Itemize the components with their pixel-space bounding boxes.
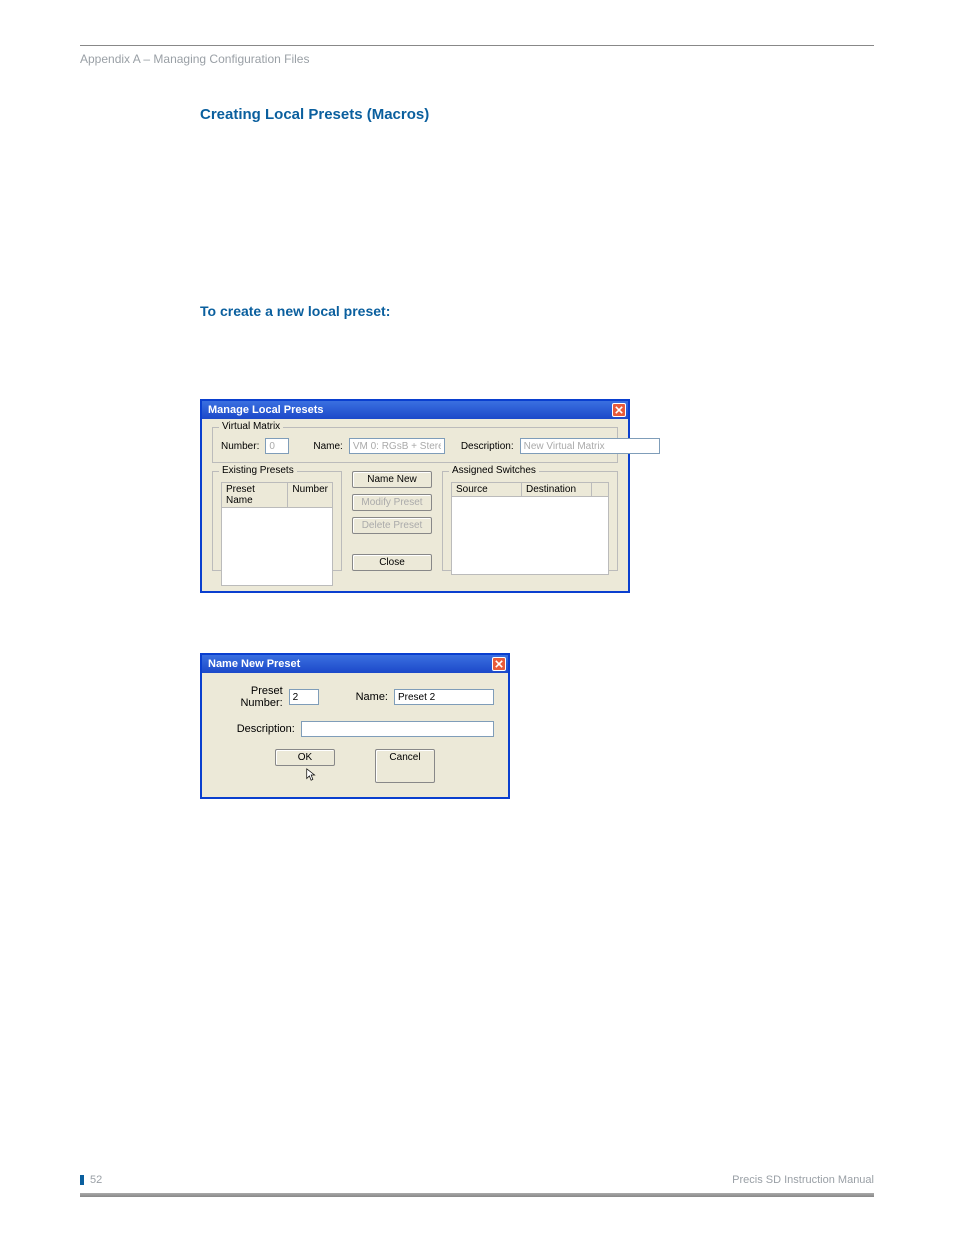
dialog-titlebar: Name New Preset	[202, 655, 508, 673]
cursor-icon	[305, 768, 319, 782]
name-new-button[interactable]: Name New	[352, 471, 432, 488]
name-new-preset-dialog: Name New Preset Preset Number: Name: Des…	[200, 653, 510, 799]
assigned-switches-header: Source Destination	[451, 482, 609, 497]
virtual-matrix-group: Virtual Matrix Number: Name: Description…	[212, 427, 618, 463]
delete-preset-button[interactable]: Delete Preset	[352, 517, 432, 534]
page-footer: 52 Precis SD Instruction Manual	[80, 1174, 874, 1190]
ok-button[interactable]: OK	[275, 749, 335, 766]
top-rule	[80, 45, 874, 46]
preset-desc-input[interactable]	[301, 721, 494, 737]
page-number: 52	[80, 1174, 102, 1186]
preset-name-label: Name:	[355, 691, 388, 703]
col-preset-name: Preset Name	[222, 483, 288, 507]
appendix-header: Appendix A – Managing Configuration File…	[80, 52, 874, 66]
vm-number-input[interactable]	[265, 438, 289, 454]
preset-number-label: Preset Number:	[216, 685, 283, 709]
vm-name-input[interactable]	[349, 438, 445, 454]
name-label: Name:	[313, 441, 342, 452]
section-heading: Creating Local Presets (Macros)	[200, 106, 874, 123]
preset-name-input[interactable]	[394, 689, 494, 705]
col-blank	[592, 483, 608, 496]
footer-rule	[80, 1193, 874, 1197]
dialog-title: Name New Preset	[208, 658, 300, 670]
dialog-titlebar: Manage Local Presets	[202, 401, 628, 419]
group-title: Virtual Matrix	[219, 421, 283, 432]
col-source: Source	[452, 483, 522, 496]
preset-number-input[interactable]	[289, 689, 319, 705]
col-dest: Destination	[522, 483, 592, 496]
close-button[interactable]	[612, 403, 626, 417]
existing-presets-header: Preset Name Number	[221, 482, 333, 508]
group-title: Existing Presets	[219, 465, 297, 476]
number-label: Number:	[221, 441, 259, 452]
vm-desc-input[interactable]	[520, 438, 660, 454]
assigned-switches-list[interactable]	[451, 497, 609, 575]
close-icon	[495, 660, 503, 668]
close-button[interactable]	[492, 657, 506, 671]
group-title: Assigned Switches	[449, 465, 539, 476]
close-dialog-button[interactable]: Close	[352, 554, 432, 571]
col-number: Number	[288, 483, 332, 507]
preset-desc-label: Description:	[216, 723, 295, 735]
close-icon	[615, 406, 623, 414]
desc-label: Description:	[461, 441, 514, 452]
manage-local-presets-dialog: Manage Local Presets Virtual Matrix Numb…	[200, 399, 630, 593]
existing-presets-group: Existing Presets Preset Name Number	[212, 471, 342, 571]
modify-preset-button[interactable]: Modify Preset	[352, 494, 432, 511]
cancel-button[interactable]: Cancel	[375, 749, 435, 783]
sub-heading: To create a new local preset:	[200, 303, 874, 319]
doc-title: Precis SD Instruction Manual	[732, 1174, 874, 1186]
existing-presets-list[interactable]	[221, 508, 333, 586]
assigned-switches-group: Assigned Switches Source Destination	[442, 471, 618, 571]
dialog-title: Manage Local Presets	[208, 404, 324, 416]
